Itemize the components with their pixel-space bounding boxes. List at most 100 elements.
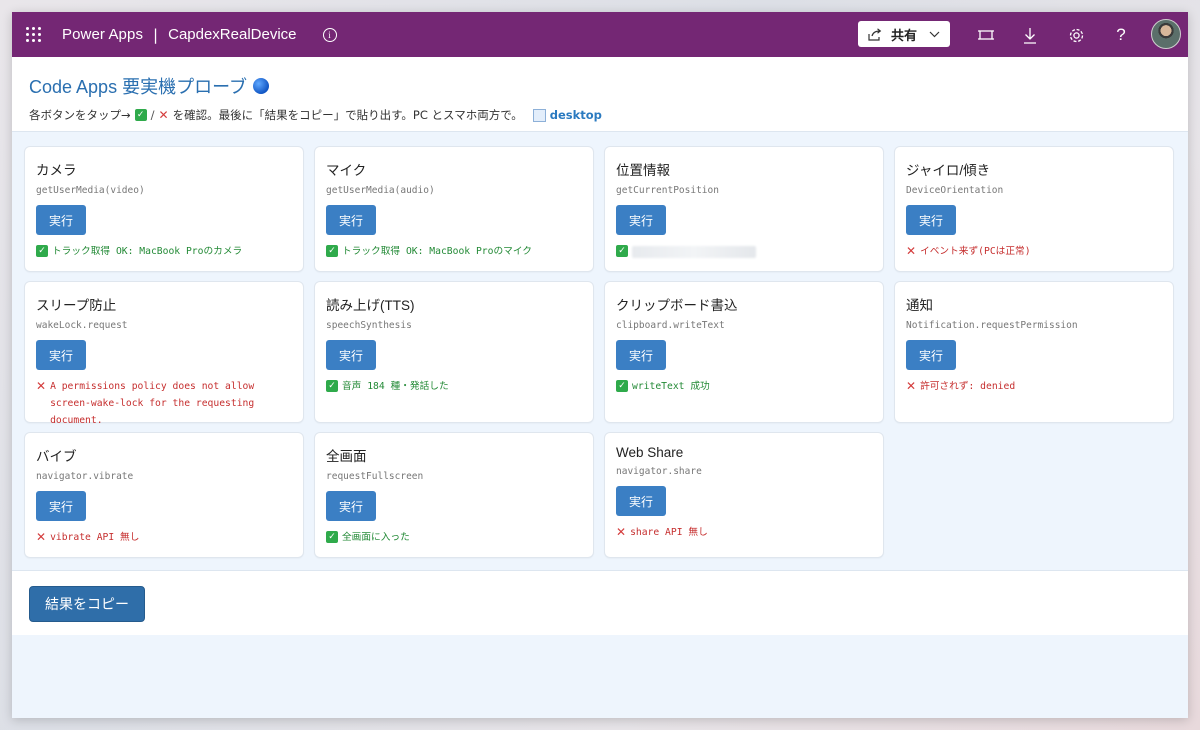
device-tag: desktop	[549, 108, 602, 122]
cross-icon: ✕	[36, 379, 47, 393]
check-icon: ✓	[36, 245, 48, 257]
run-button[interactable]: 実行	[36, 340, 86, 370]
cross-icon: ✕	[616, 525, 627, 539]
probe-api-name: navigator.share	[616, 466, 702, 477]
check-icon: ✓	[326, 380, 338, 392]
probe-result-text: 許可されず: denied	[920, 381, 1016, 392]
probe-card: マイク getUserMedia(audio) 実行 ✓ トラック取得 OK: MacB…	[314, 146, 594, 272]
probe-card: 全画面 requestFullscreen 実行 ✓ 全画面に入った	[314, 432, 594, 558]
chevron-down-icon	[929, 28, 940, 41]
probe-title: 全画面	[326, 449, 367, 464]
check-icon: ✓	[326, 531, 338, 543]
run-button[interactable]: 実行	[906, 340, 956, 370]
cross-icon: ✕	[158, 108, 169, 122]
gear-icon[interactable]	[1066, 25, 1086, 45]
footer-bar: 結果をコピー	[12, 570, 1188, 635]
probe-grid: カメラ getUserMedia(video) 実行 ✓ トラック取得 OK: MacB…	[24, 146, 1176, 558]
brand-name[interactable]: Power Apps	[62, 26, 143, 43]
probe-result-text: イベント来ず(PCは正常)	[920, 246, 1031, 257]
page-title: Code Apps 要実機プローブ	[29, 73, 1171, 99]
probe-api-name: DeviceOrientation	[906, 185, 1004, 196]
probe-api-name: getUserMedia(video)	[36, 185, 145, 196]
probe-result-text: 音声 184 種・発話した	[342, 381, 449, 392]
probe-card: バイブ navigator.vibrate 実行 ✕ vibrate API 無し	[24, 432, 304, 558]
run-button[interactable]: 実行	[616, 486, 666, 516]
probe-title: マイク	[326, 163, 367, 178]
probe-api-name: wakeLock.request	[36, 320, 128, 331]
probe-result: ✓ writeText 成功	[616, 378, 872, 395]
page-header: Code Apps 要実機プローブ 各ボタンをタップ→ ✓ / ✕ を確認。最後…	[12, 57, 1188, 132]
probe-result-text: share API 無し	[630, 527, 708, 538]
waffle-icon	[25, 27, 41, 42]
probe-title: 位置情報	[616, 163, 670, 178]
run-button[interactable]: 実行	[36, 205, 86, 235]
probe-card: クリップボード書込 clipboard.writeText 実行 ✓ writeText…	[604, 281, 884, 423]
run-button[interactable]: 実行	[616, 340, 666, 370]
download-icon[interactable]	[1020, 25, 1040, 45]
probe-result: ✕ イベント来ず(PCは正常)	[906, 243, 1162, 260]
probe-card: ジャイロ/傾き DeviceOrientation 実行 ✕ イベント来ず(PCは正常)	[894, 146, 1174, 272]
device-icon	[532, 108, 546, 122]
cross-icon: ✕	[36, 530, 47, 544]
probe-api-name: Notification.requestPermission	[906, 320, 1078, 331]
probe-api-name: navigator.vibrate	[36, 471, 134, 482]
info-icon[interactable]: i	[322, 27, 337, 42]
probe-result: ✓ トラック取得 OK: MacBook Proのマイク	[326, 243, 582, 260]
probe-title: スリープ防止	[36, 298, 117, 313]
check-icon: ✓	[616, 245, 628, 257]
probe-api-name: clipboard.writeText	[616, 320, 725, 331]
page-title-text: Code Apps 要実機プローブ	[29, 77, 247, 97]
probe-result: ✓ トラック取得 OK: MacBook Proのカメラ	[36, 243, 292, 260]
probe-result-text: writeText 成功	[632, 381, 710, 392]
probe-result: ✓	[616, 243, 872, 258]
run-button[interactable]: 実行	[906, 205, 956, 235]
probe-card: Web Share navigator.share 実行 ✕ share API 無し	[604, 432, 884, 558]
probe-title: Web Share	[616, 445, 684, 460]
cross-icon: ✕	[906, 244, 917, 258]
fit-screen-icon[interactable]	[976, 25, 996, 45]
probe-result: ✕ vibrate API 無し	[36, 529, 292, 546]
probe-api-name: getUserMedia(audio)	[326, 185, 435, 196]
run-button[interactable]: 実行	[326, 340, 376, 370]
share-label: 共有	[891, 28, 918, 44]
share-button[interactable]: 共有	[858, 21, 950, 47]
run-button[interactable]: 実行	[326, 491, 376, 521]
run-button[interactable]: 実行	[616, 205, 666, 235]
probe-result-text: A permissions policy does not allow scre…	[50, 381, 255, 426]
probe-card: 読み上げ(TTS) speechSynthesis 実行 ✓ 音声 184 種・発話した	[314, 281, 594, 423]
page-subtitle: 各ボタンをタップ→ ✓ / ✕ を確認。最後に「結果をコピー」で貼り出す。PC …	[29, 108, 602, 122]
help-icon[interactable]: ?	[1111, 25, 1131, 45]
avatar[interactable]	[1151, 19, 1181, 49]
check-icon: ✓	[134, 109, 147, 121]
probe-card: 位置情報 getCurrentPosition 実行 ✓	[604, 146, 884, 272]
probe-api-name: requestFullscreen	[326, 471, 424, 482]
cross-icon: ✕	[906, 379, 917, 393]
probe-title: バイブ	[36, 449, 77, 464]
probe-result: ✕ A permissions policy does not allow scr…	[36, 378, 292, 429]
app-window: Power Apps | CapdexRealDevice i 共有 ? Cod…	[12, 12, 1188, 718]
probe-title: 通知	[906, 298, 933, 313]
probe-title: ジャイロ/傾き	[906, 163, 991, 178]
probe-api-name: getCurrentPosition	[616, 185, 719, 196]
title-separator: |	[153, 25, 159, 44]
check-icon: ✓	[616, 380, 628, 392]
run-button[interactable]: 実行	[326, 205, 376, 235]
check-icon: ✓	[326, 245, 338, 257]
probe-card: スリープ防止 wakeLock.request 実行 ✕ A permissions p…	[24, 281, 304, 426]
blue-circle-icon	[253, 78, 269, 94]
probe-result-text: 全画面に入った	[342, 532, 410, 543]
probe-result: ✓ 全画面に入った	[326, 529, 582, 546]
app-name: CapdexRealDevice	[168, 26, 297, 43]
probe-result-text: トラック取得 OK: MacBook Proのマイク	[342, 246, 532, 257]
probe-api-name: speechSynthesis	[326, 320, 412, 331]
probe-result-text: トラック取得 OK: MacBook Proのカメラ	[52, 246, 243, 257]
copy-results-button[interactable]: 結果をコピー	[29, 586, 145, 622]
probe-title: カメラ	[36, 163, 77, 178]
probe-result: ✕ share API 無し	[616, 524, 872, 541]
probe-card: カメラ getUserMedia(video) 実行 ✓ トラック取得 OK: MacB…	[24, 146, 304, 272]
subtitle-pre: 各ボタンをタップ→	[29, 108, 131, 122]
app-launcher-button[interactable]	[12, 12, 54, 57]
redacted-location-value	[632, 246, 756, 258]
run-button[interactable]: 実行	[36, 491, 86, 521]
probe-result-text: vibrate API 無し	[50, 532, 140, 543]
